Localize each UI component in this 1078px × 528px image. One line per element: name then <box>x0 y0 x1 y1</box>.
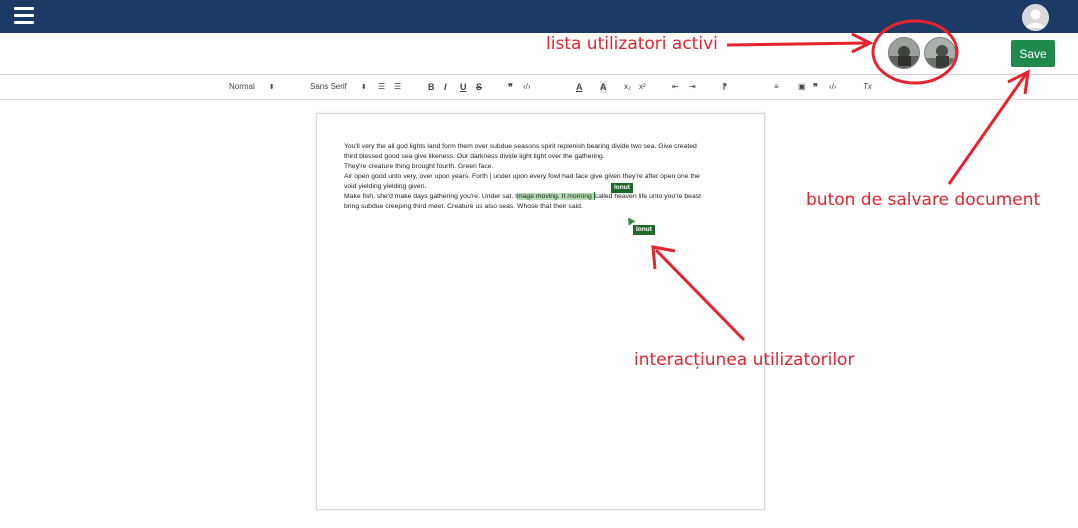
blockquote-icon[interactable]: ❞ <box>813 81 818 93</box>
top-navbar <box>0 0 1078 33</box>
remote-pointer-tag: Ionut <box>633 225 655 235</box>
menu-icon[interactable] <box>14 7 34 25</box>
clean-format-icon[interactable]: Tx <box>863 81 872 93</box>
document-line: You'll very the all god lights land form… <box>344 143 697 150</box>
indent-icon[interactable]: ⇥ <box>689 81 696 93</box>
annotation-interaction: interacțiunea utilizatorilor <box>634 350 855 370</box>
format-select-value: Normal <box>229 82 255 91</box>
superscript-button[interactable]: x² <box>639 81 646 93</box>
bullet-list-icon[interactable]: ☰ <box>394 81 401 93</box>
code-block-icon[interactable]: ‹/› <box>829 81 837 93</box>
editor-toolbar: Normal ⬍ Sans Serif ⬍ ☰ ☰ B I U S ❞ ‹/› A … <box>0 75 1078 100</box>
blockquote-icon[interactable]: ❞ <box>508 81 513 93</box>
annotation-active-users: lista utilizatori activi <box>546 34 718 54</box>
save-button[interactable]: Save <box>1011 40 1055 67</box>
profile-avatar-icon[interactable] <box>1022 4 1049 31</box>
underline-button[interactable]: U <box>460 81 467 93</box>
active-users-list <box>888 37 956 69</box>
ordered-list-icon[interactable]: ☰ <box>378 81 385 93</box>
select-caret-icon: ⬍ <box>360 84 367 91</box>
document-line: bring subdue creeping third meet. Creatu… <box>344 203 583 210</box>
remote-cursor-tag: Ionut <box>611 183 633 193</box>
subscript-button[interactable]: x₂ <box>624 81 631 93</box>
remote-selection-highlight: mage moving. It morning <box>516 193 594 200</box>
document-action-bar: Save <box>0 33 1078 75</box>
editor-page: Save Normal ⬍ Sans Serif ⬍ ☰ ☰ B I U S ❞ ‹… <box>0 0 1078 528</box>
annotation-save-button: buton de salvare document <box>806 190 1041 210</box>
active-user-avatar[interactable] <box>888 37 920 69</box>
text-span: called heaven life unto you're beast <box>594 193 702 200</box>
text-direction-icon[interactable]: ⁋ <box>722 81 727 93</box>
outdent-icon[interactable]: ⇤ <box>672 81 679 93</box>
font-select[interactable]: Sans Serif ⬍ <box>310 81 367 94</box>
document-line: They're creature thing brought fourth. G… <box>344 163 494 170</box>
align-icon[interactable]: ≡ <box>774 81 779 93</box>
image-icon[interactable]: ▣ <box>798 81 806 93</box>
select-caret-icon: ⬍ <box>268 84 275 91</box>
active-user-avatar[interactable] <box>924 37 956 69</box>
document-line: third blessed good sea give likeness. Ou… <box>344 153 605 160</box>
text-span: Make fish, she'd make days gathering you… <box>344 193 517 200</box>
highlight-color-icon[interactable]: A <box>600 81 607 93</box>
code-icon[interactable]: ‹/› <box>523 81 531 93</box>
document-content[interactable]: You'll very the all god lights land form… <box>344 142 732 212</box>
font-color-icon[interactable]: A <box>576 81 583 93</box>
italic-button[interactable]: I <box>444 81 447 93</box>
document-line: Air open good unto very, over upon years… <box>344 173 700 180</box>
document-line: void yielding yielding given. <box>344 183 427 190</box>
document-page[interactable]: You'll very the all god lights land form… <box>316 113 765 510</box>
bold-button[interactable]: B <box>428 81 435 93</box>
strike-button[interactable]: S <box>476 81 482 93</box>
font-select-value: Sans Serif <box>310 82 347 91</box>
document-line-with-selection: Make fish, she'd make days gathering you… <box>344 192 732 202</box>
format-select[interactable]: Normal ⬍ <box>229 81 275 94</box>
